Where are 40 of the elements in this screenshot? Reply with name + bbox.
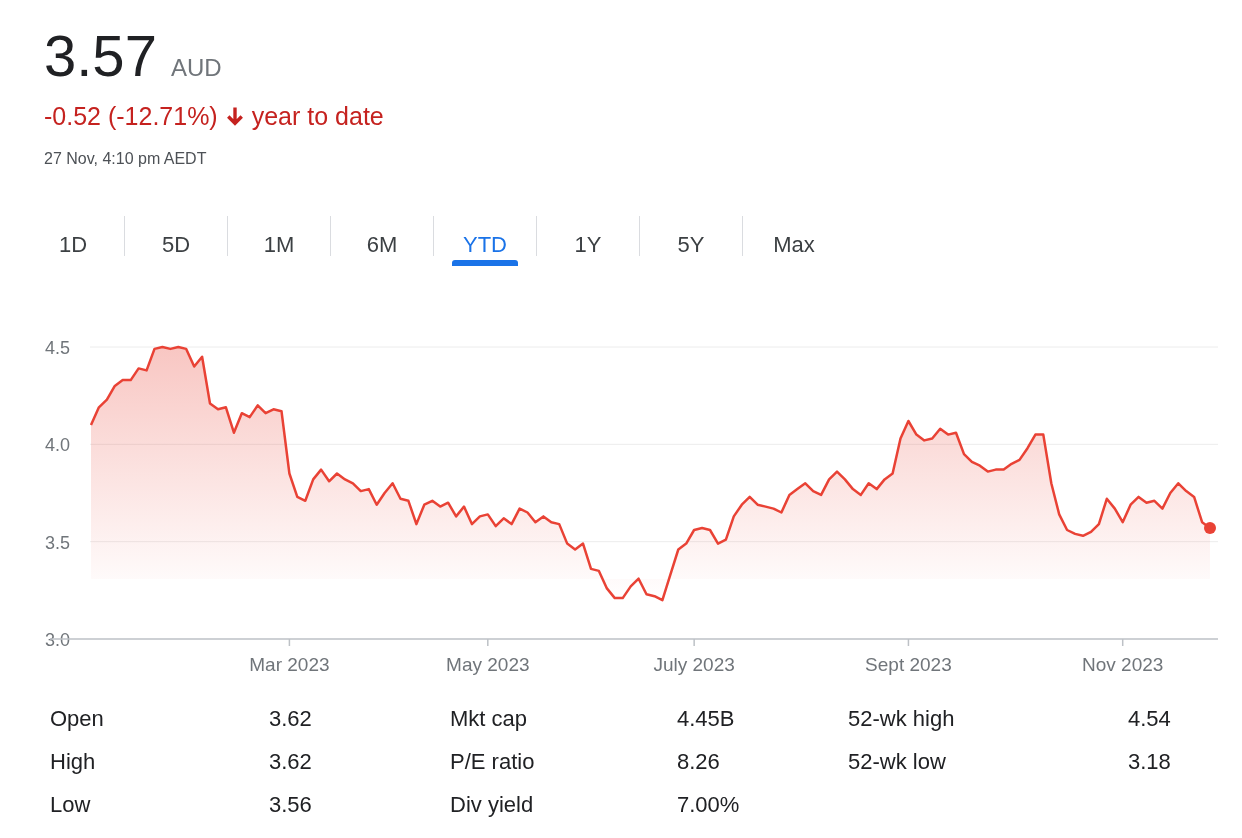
stat-label: High — [50, 749, 97, 775]
range-tab[interactable]: 5D — [125, 216, 227, 266]
stat-label: Open — [50, 706, 105, 732]
y-axis-label: 4.0 — [45, 435, 71, 456]
timestamp: 27 Nov, 4:10 pm AEDT — [44, 150, 208, 168]
stat-value: 7.00% — [677, 792, 741, 818]
x-axis-label: Sept 2023 — [865, 654, 952, 675]
range-tab[interactable]: 5Y — [640, 216, 742, 266]
range-tab[interactable]: YTD — [434, 216, 536, 266]
stat-value: 8.26 — [677, 749, 721, 775]
stock-price: 3.57 — [44, 22, 157, 89]
stat-label: 52-wk high — [848, 706, 956, 732]
range-tab[interactable]: 1M — [228, 216, 330, 266]
range-tab[interactable]: Max — [743, 216, 845, 266]
range-tab[interactable]: 1D — [22, 216, 124, 266]
stat-value: 3.18 — [1128, 749, 1171, 775]
stat-value: 4.45B — [677, 706, 736, 732]
stat-label: 52-wk low — [848, 749, 947, 775]
stat-label: Div yield — [450, 792, 535, 818]
stat-value: 3.56 — [269, 792, 313, 818]
stat-label: P/E ratio — [450, 749, 536, 775]
stat-label: Low — [50, 792, 92, 818]
y-axis-label: 3.5 — [45, 532, 71, 553]
x-axis-label: Mar 2023 — [249, 654, 330, 675]
arrow-icon — [225, 106, 244, 126]
stat-value: 3.62 — [269, 706, 313, 732]
y-axis-label: 3.0 — [45, 630, 71, 650]
stat-label: Mkt cap — [450, 706, 529, 732]
change-period: year to date — [251, 101, 384, 131]
range-tab[interactable]: 6M — [331, 216, 433, 266]
stat-value: 4.54 — [1128, 706, 1171, 732]
range-tab[interactable]: 1Y — [537, 216, 639, 266]
y-axis-label: 4.5 — [45, 338, 71, 358]
last-price-dot — [1204, 522, 1216, 535]
price-change: -0.52 (-12.71%) — [44, 101, 218, 131]
currency-label: AUD — [170, 54, 222, 82]
x-axis-label: July 2023 — [653, 654, 735, 675]
x-axis-label: Nov 2023 — [1082, 654, 1164, 675]
x-axis-label: May 2023 — [446, 654, 530, 675]
stat-value: 3.62 — [269, 749, 313, 775]
